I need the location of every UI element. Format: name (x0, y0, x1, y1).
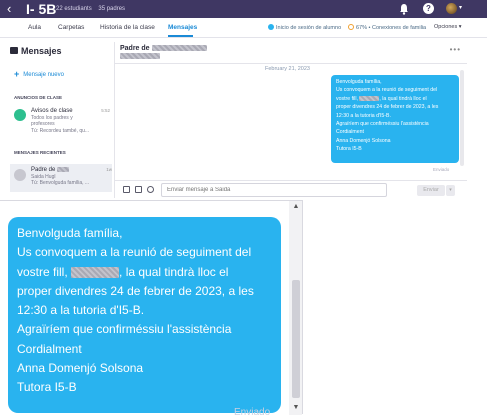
class-stats: 22 estudiants 35 padres (56, 4, 130, 14)
zoomed-scrollbar-thumb[interactable] (292, 280, 300, 398)
chevron-left-icon[interactable]: ‹ (7, 1, 11, 17)
scroll-up-icon[interactable]: ▲ (291, 203, 301, 210)
top-header: ‹ I- 5B 22 estudiants 35 padres ? ▾ (0, 0, 487, 18)
message-status: Enviado (433, 167, 450, 172)
message-status-zoomed: Enviado (234, 407, 271, 418)
help-icon[interactable]: ? (423, 3, 434, 14)
redacted-name (120, 53, 160, 59)
list-item-recent[interactable]: Padre de 1w Saida Hugl Tú: Benvolguda fa… (10, 164, 112, 192)
emoji-icon[interactable] (147, 186, 154, 193)
circle-progress-icon (348, 24, 354, 30)
family-connections-link[interactable]: 67% • Conexiones de familia (348, 24, 426, 31)
class-name: I- 5B (26, 1, 57, 17)
students-count[interactable]: 22 estudiants (56, 6, 92, 12)
message-input[interactable] (161, 183, 387, 197)
message-bubble[interactable]: Benvolguda família, Us convoquem a la re… (331, 75, 459, 163)
scroll-down-icon[interactable]: ▼ (291, 404, 301, 411)
compose-bar: Enviar ▾ (115, 180, 467, 198)
redacted-name (57, 167, 70, 172)
bell-icon[interactable] (399, 3, 409, 15)
chevron-down-icon[interactable]: ▾ (446, 185, 455, 196)
student-login-link[interactable]: Inicio de sesión de alumno (268, 24, 341, 31)
sidebar-title: Mensajes (10, 46, 62, 56)
message-bubble-zoomed[interactable]: Benvolguda família, Us convoquem a la re… (8, 217, 281, 413)
chat-icon (10, 47, 18, 54)
attachment-icon[interactable] (123, 186, 130, 193)
avatar[interactable] (446, 3, 457, 14)
options-menu[interactable]: Opciones ▾ (434, 24, 462, 30)
chevron-down-icon[interactable]: ▾ (459, 4, 462, 11)
message-date: February 21, 2023 (265, 66, 310, 72)
image-icon[interactable] (135, 186, 142, 193)
avatar (14, 169, 26, 181)
redacted-name (71, 266, 120, 278)
redacted-name (359, 95, 380, 101)
conversation-title: Padre de (120, 45, 207, 59)
tab-aula[interactable]: Aula (28, 24, 41, 31)
recent-header: MENSAJES RECIENTES (14, 150, 66, 155)
zoomed-message-view: Benvolguda família, Us convoquem a la re… (0, 200, 303, 418)
conversation-scrollbar[interactable] (460, 70, 464, 166)
plus-icon: + (14, 69, 20, 79)
send-button[interactable]: Enviar (417, 185, 445, 196)
list-item-announcement[interactable]: Avisos de clase 5:52 Todos los padres y … (14, 108, 110, 140)
parents-count[interactable]: 35 padres (98, 6, 125, 12)
tab-mensajes[interactable]: Mensajes (168, 24, 197, 31)
announcements-header: ANUNCIOS DE CLASE (14, 95, 63, 100)
active-tab-indicator (168, 35, 193, 37)
class-tabs: Aula Carpetas Historia de la clase Mensa… (0, 18, 487, 38)
tab-historia[interactable]: Historia de la clase (100, 24, 155, 31)
conversation-header: Padre de ••• (115, 42, 467, 64)
conversation-panel: Padre de ••• February 21, 2023 Benvolgud… (115, 42, 467, 198)
redacted-name (151, 45, 207, 52)
tab-carpetas[interactable]: Carpetas (58, 24, 84, 31)
music-note-icon (14, 109, 26, 121)
more-options-icon[interactable]: ••• (450, 45, 461, 54)
cloud-icon (268, 24, 274, 30)
new-message-button[interactable]: + Mensaje nuevo (14, 69, 64, 79)
messages-sidebar: Mensajes + Mensaje nuevo ANUNCIOS DE CLAS… (7, 42, 120, 198)
